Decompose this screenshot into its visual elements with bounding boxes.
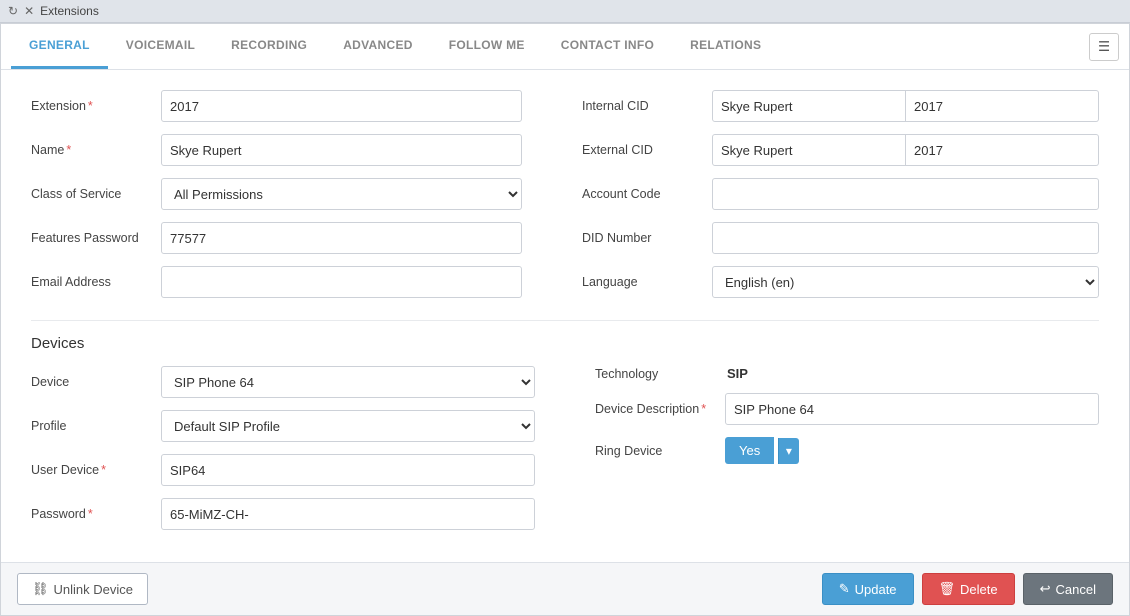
window-title: Extensions xyxy=(40,4,99,18)
features-label: Features Password xyxy=(31,231,161,245)
unlink-device-button[interactable]: ⛓ Unlink Device xyxy=(17,573,148,605)
tab-recording[interactable]: RECORDING xyxy=(213,24,325,69)
email-row: Email Address xyxy=(31,266,522,298)
did-number-row: DID Number xyxy=(582,222,1099,254)
language-row: Language English (en) xyxy=(582,266,1099,298)
cos-label: Class of Service xyxy=(31,187,161,201)
trash-icon: 🗑 xyxy=(939,581,956,597)
devices-content: Device SIP Phone 64 Profile Default SIP … xyxy=(31,366,1099,542)
device-row: Device SIP Phone 64 xyxy=(31,366,535,398)
name-label: Name* xyxy=(31,143,161,157)
ring-device-row: Ring Device Yes ▾ xyxy=(595,437,1099,464)
devices-left-col: Device SIP Phone 64 Profile Default SIP … xyxy=(31,366,535,542)
password-label: Password* xyxy=(31,507,161,521)
did-number-input[interactable] xyxy=(712,222,1099,254)
did-number-label: DID Number xyxy=(582,231,712,245)
devices-title: Devices xyxy=(31,335,1099,352)
ring-device-toggle: Yes ▾ xyxy=(725,437,799,464)
external-cid-ext-input[interactable] xyxy=(906,134,1099,166)
device-desc-label: Device Description* xyxy=(595,402,725,416)
internal-cid-row: Internal CID xyxy=(582,90,1099,122)
general-form: Extension* Name* Class of Service All Pe… xyxy=(31,90,1099,310)
devices-section: Devices Device SIP Phone 64 Profile Defa… xyxy=(31,320,1099,542)
password-input[interactable] xyxy=(161,498,535,530)
email-input[interactable] xyxy=(161,266,522,298)
pencil-icon: ✎ xyxy=(839,581,850,597)
account-code-input[interactable] xyxy=(712,178,1099,210)
cos-select[interactable]: All Permissions xyxy=(161,178,522,210)
form-right-col: Internal CID External CID Account Code xyxy=(582,90,1099,310)
extension-label: Extension* xyxy=(31,99,161,113)
tabs-bar: GENERAL VOICEMAIL RECORDING ADVANCED FOL… xyxy=(1,24,1129,70)
form-left-col: Extension* Name* Class of Service All Pe… xyxy=(31,90,522,310)
close-icon[interactable]: ✕ xyxy=(24,4,34,18)
content-area: Extension* Name* Class of Service All Pe… xyxy=(1,70,1129,562)
delete-button[interactable]: 🗑 Delete xyxy=(922,573,1015,605)
features-row: Features Password xyxy=(31,222,522,254)
device-desc-input[interactable] xyxy=(725,393,1099,425)
ring-yes-button[interactable]: Yes xyxy=(725,437,774,464)
features-input[interactable] xyxy=(161,222,522,254)
update-button[interactable]: ✎ Update xyxy=(822,573,914,605)
tab-advanced[interactable]: ADVANCED xyxy=(325,24,431,69)
name-input[interactable] xyxy=(161,134,522,166)
window-bar: ↻ ✕ Extensions xyxy=(0,0,1130,23)
tab-general[interactable]: GENERAL xyxy=(11,24,108,69)
profile-select[interactable]: Default SIP Profile xyxy=(161,410,535,442)
language-select[interactable]: English (en) xyxy=(712,266,1099,298)
external-cid-row: External CID xyxy=(582,134,1099,166)
extension-row: Extension* xyxy=(31,90,522,122)
internal-cid-ext-input[interactable] xyxy=(906,90,1099,122)
extension-input[interactable] xyxy=(161,90,522,122)
ring-device-label: Ring Device xyxy=(595,444,725,458)
internal-cid-name-input[interactable] xyxy=(712,90,906,122)
tab-follow-me[interactable]: FOLLOW ME xyxy=(431,24,543,69)
cos-row: Class of Service All Permissions xyxy=(31,178,522,210)
device-label: Device xyxy=(31,375,161,389)
technology-label: Technology xyxy=(595,367,725,381)
device-desc-row: Device Description* xyxy=(595,393,1099,425)
language-label: Language xyxy=(582,275,712,289)
undo-icon: ↩ xyxy=(1040,581,1051,597)
account-code-row: Account Code xyxy=(582,178,1099,210)
main-container: GENERAL VOICEMAIL RECORDING ADVANCED FOL… xyxy=(0,23,1130,616)
tabs-menu-button[interactable]: ☰ xyxy=(1089,33,1119,61)
user-device-input[interactable] xyxy=(161,454,535,486)
email-label: Email Address xyxy=(31,275,161,289)
technology-row: Technology SIP xyxy=(595,366,1099,381)
external-cid-label: External CID xyxy=(582,143,712,157)
internal-cid-label: Internal CID xyxy=(582,99,712,113)
account-code-label: Account Code xyxy=(582,187,712,201)
bottom-bar: ⛓ Unlink Device ✎ Update 🗑 Delete ↩ Canc… xyxy=(1,562,1129,615)
profile-label: Profile xyxy=(31,419,161,433)
profile-row: Profile Default SIP Profile xyxy=(31,410,535,442)
name-row: Name* xyxy=(31,134,522,166)
user-device-row: User Device* xyxy=(31,454,535,486)
external-cid-name-input[interactable] xyxy=(712,134,906,166)
internal-cid-pair xyxy=(712,90,1099,122)
password-row: Password* xyxy=(31,498,535,530)
ring-device-dropdown-button[interactable]: ▾ xyxy=(778,438,799,464)
user-device-label: User Device* xyxy=(31,463,161,477)
device-select[interactable]: SIP Phone 64 xyxy=(161,366,535,398)
external-cid-pair xyxy=(712,134,1099,166)
cancel-button[interactable]: ↩ Cancel xyxy=(1023,573,1113,605)
technology-value: SIP xyxy=(725,366,748,381)
tab-contact-info[interactable]: CONTACT INFO xyxy=(543,24,672,69)
unlink-icon: ⛓ xyxy=(32,581,49,597)
tab-voicemail[interactable]: VOICEMAIL xyxy=(108,24,213,69)
refresh-icon[interactable]: ↻ xyxy=(8,4,18,18)
devices-right-col: Technology SIP Device Description* Ring … xyxy=(595,366,1099,542)
tab-relations[interactable]: RELATIONS xyxy=(672,24,779,69)
